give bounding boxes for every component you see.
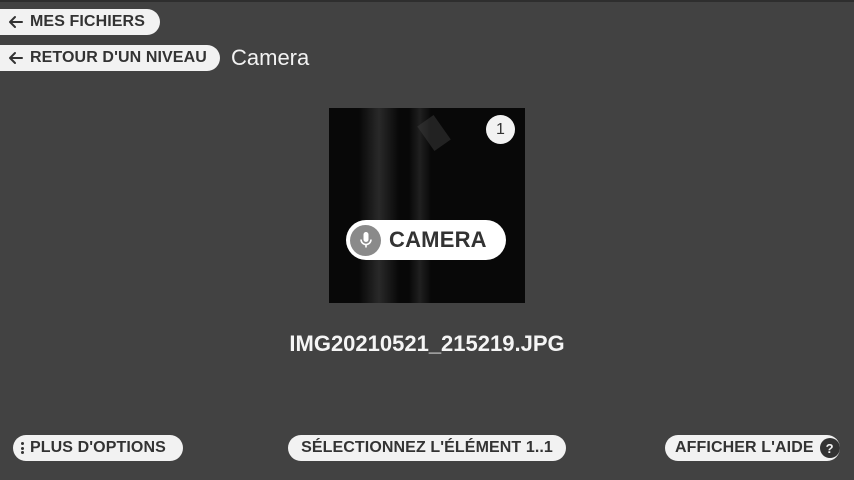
folder-title: Camera	[231, 45, 310, 70]
help-icon: ?	[819, 438, 840, 458]
item-count-badge: 1	[486, 115, 515, 144]
select-item-button[interactable]: SÉLECTIONNEZ L'ÉLÉMENT 1..1	[288, 435, 566, 461]
file-name: IMG20210521_215219.JPG	[289, 331, 565, 356]
back-one-level-button[interactable]: RETOUR D'UN NIVEAU	[0, 45, 220, 71]
microphone-icon	[350, 224, 381, 256]
more-options-button[interactable]: PLUS D'OPTIONS	[13, 435, 183, 461]
arrow-left-icon	[9, 16, 23, 28]
select-item-label: SÉLECTIONNEZ L'ÉLÉMENT 1..1	[301, 439, 553, 456]
arrow-left-icon	[9, 52, 23, 64]
top-border	[0, 0, 854, 2]
back-one-level-label: RETOUR D'UN NIVEAU	[30, 49, 207, 66]
show-help-label: AFFICHER L'AIDE	[675, 439, 814, 456]
my-files-label: MES FICHIERS	[30, 13, 145, 30]
more-options-label: PLUS D'OPTIONS	[30, 439, 166, 456]
my-files-button[interactable]: MES FICHIERS	[0, 9, 160, 35]
more-vertical-icon	[21, 442, 24, 454]
thumbnail-shade	[359, 108, 399, 303]
voice-command-label: CAMERA	[389, 227, 487, 252]
show-help-button[interactable]: AFFICHER L'AIDE ?	[665, 435, 840, 461]
voice-command-pill[interactable]: CAMERA	[346, 220, 506, 260]
